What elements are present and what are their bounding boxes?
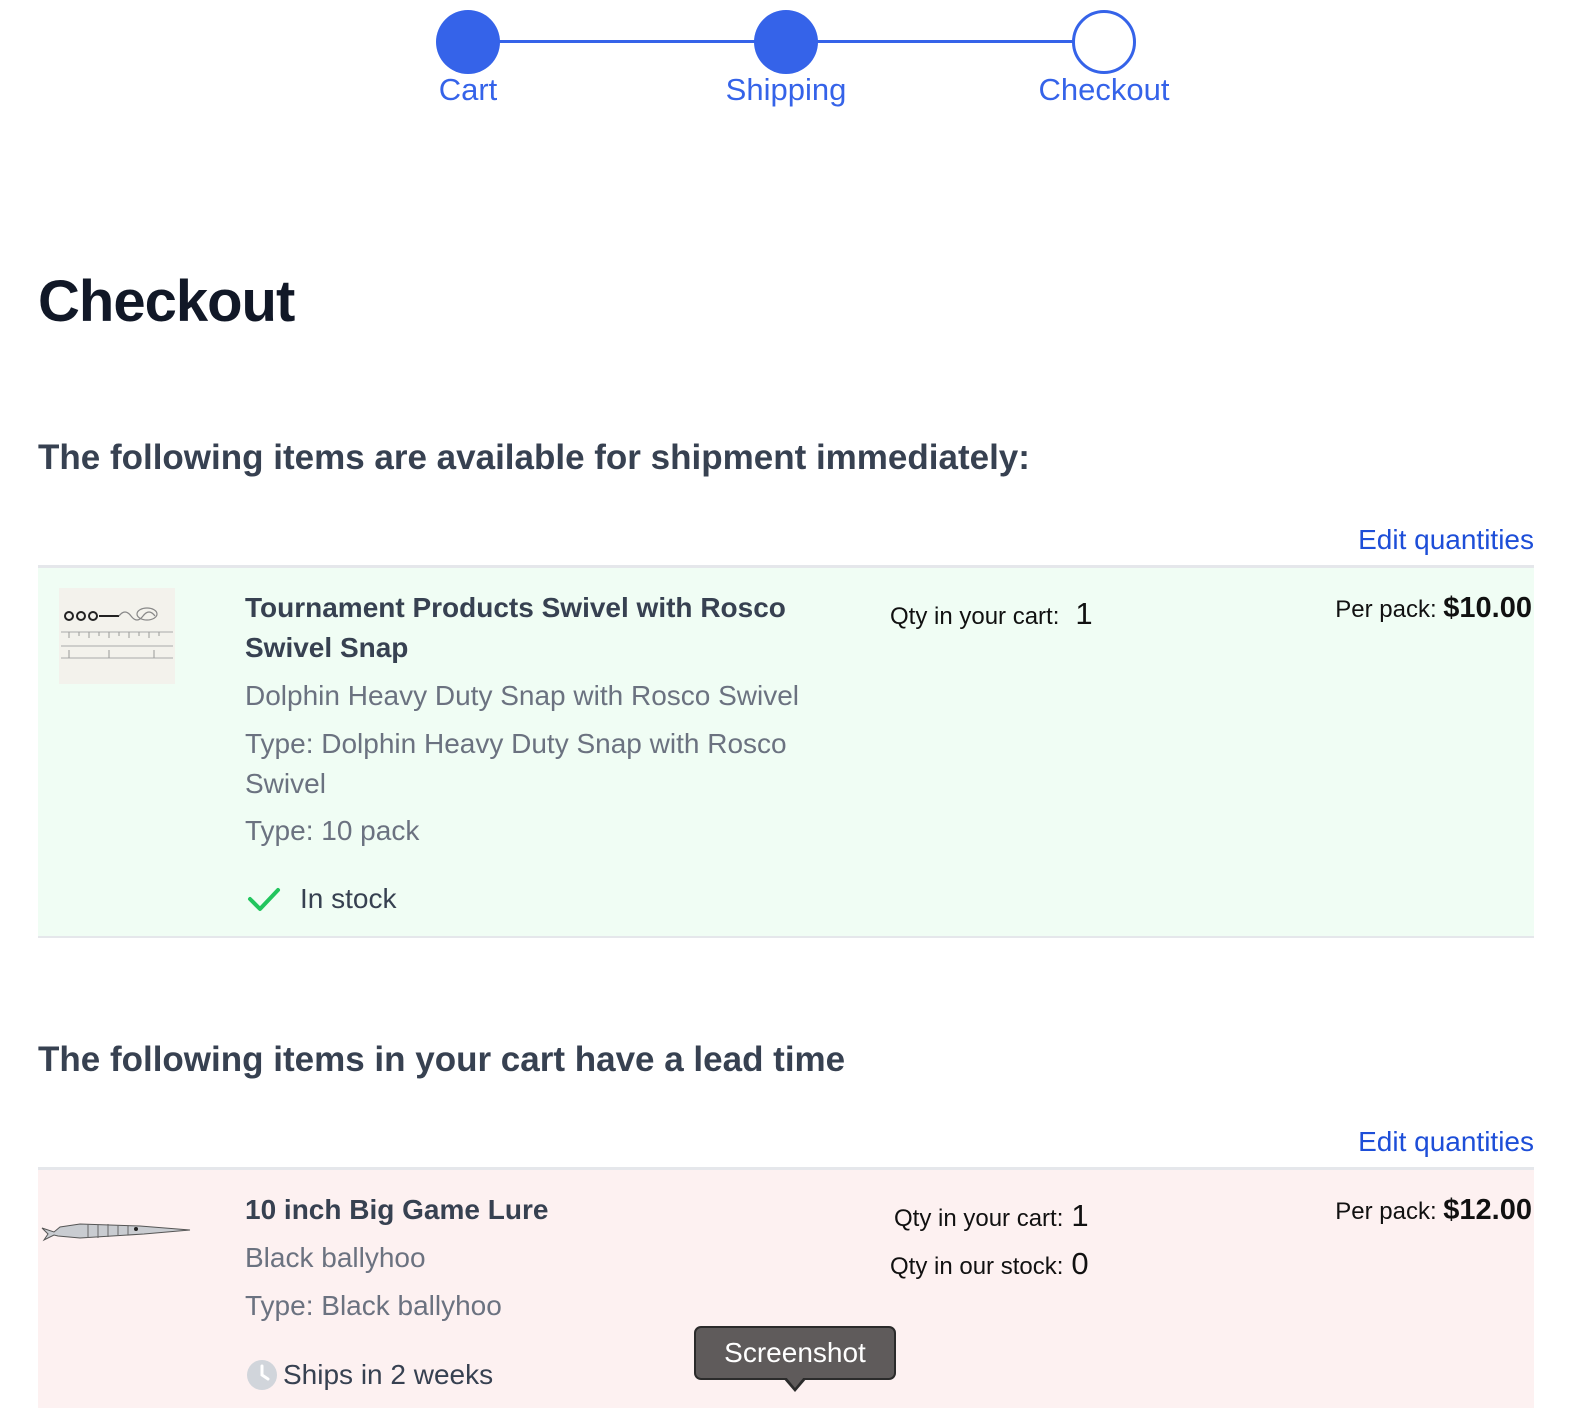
lead-time-section-heading: The following items in your cart have a …: [38, 1040, 846, 1079]
step-cart-indicator[interactable]: [436, 10, 500, 74]
checkout-progress-stepper: Cart Shipping Checkout: [0, 0, 1578, 120]
product-type: Type: Black ballyhoo: [245, 1290, 502, 1321]
stock-status-label: In stock: [300, 883, 397, 914]
screenshot-tooltip[interactable]: Screenshot: [694, 1326, 896, 1380]
tooltip-pointer-fill: [786, 1377, 804, 1388]
product-image-lure[interactable]: [40, 1214, 196, 1254]
product-title[interactable]: Tournament Products Swivel with Rosco Sw…: [245, 588, 835, 668]
step-connector: [468, 40, 788, 43]
price-per-pack: Per pack: $10.00: [1335, 592, 1532, 625]
qty-in-cart-label: Qty in your cart:: [894, 1205, 1064, 1232]
price-per-pack: Per pack: $12.00: [1335, 1194, 1532, 1227]
product-image-swivel[interactable]: [59, 588, 175, 684]
cart-item-row: Tournament Products Swivel with Rosco Sw…: [38, 565, 1534, 938]
qty-in-cart-value: 1: [1075, 596, 1093, 631]
product-variant: Black ballyhoo: [245, 1242, 426, 1273]
price-value: $10.00: [1443, 592, 1532, 624]
step-shipping-indicator[interactable]: [754, 10, 818, 74]
lead-time-status: Ships in 2 weeks: [245, 1358, 493, 1392]
product-pack-type: Type: 10 pack: [245, 815, 420, 846]
qty-in-cart-value: 1: [1071, 1198, 1089, 1233]
edit-quantities-link[interactable]: Edit quantities: [1358, 1126, 1534, 1158]
price-label: Per pack:: [1335, 1198, 1437, 1225]
price-label: Per pack:: [1335, 596, 1437, 623]
qty-in-stock: Qty in our stock: 0: [890, 1246, 1089, 1282]
qty-in-cart-label: Qty in your cart:: [890, 603, 1060, 630]
step-cart-label[interactable]: Cart: [439, 72, 498, 108]
step-checkout-label: Checkout: [1038, 72, 1170, 107]
product-title[interactable]: 10 inch Big Game Lure: [245, 1190, 835, 1230]
step-shipping-label[interactable]: Shipping: [726, 72, 847, 108]
stock-status: In stock: [245, 883, 396, 915]
qty-in-cart: Qty in your cart: 1: [890, 596, 1093, 632]
clock-icon: [245, 1358, 279, 1392]
qty-in-stock-value: 0: [1071, 1246, 1089, 1281]
lead-time-label: Ships in 2 weeks: [283, 1359, 494, 1390]
step-connector: [786, 40, 1106, 43]
price-value: $12.00: [1443, 1194, 1532, 1226]
product-type: Type: Dolphin Heavy Duty Snap with Rosco…: [245, 728, 787, 799]
qty-in-cart: Qty in your cart: 1: [894, 1198, 1089, 1234]
step-checkout-indicator: [1072, 10, 1136, 74]
qty-in-stock-label: Qty in our stock:: [890, 1253, 1064, 1280]
product-variant: Dolphin Heavy Duty Snap with Rosco Swive…: [245, 680, 800, 711]
edit-quantities-link[interactable]: Edit quantities: [1358, 524, 1534, 556]
page-title: Checkout: [38, 269, 295, 334]
checkmark-icon: [245, 884, 285, 914]
available-section-heading: The following items are available for sh…: [38, 438, 1030, 477]
